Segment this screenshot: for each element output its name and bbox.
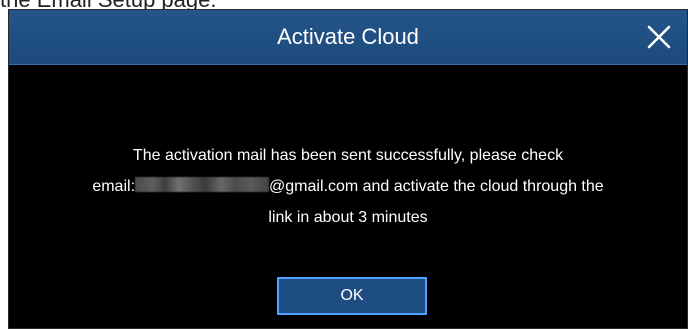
dialog-header: Activate Cloud (9, 10, 687, 65)
message-line-1: The activation mail has been sent succes… (132, 147, 564, 164)
dialog-message: The activation mail has been sent succes… (29, 140, 667, 233)
activate-cloud-dialog: Activate Cloud The activation mail has b… (8, 9, 688, 329)
email-prefix: email: (92, 178, 136, 195)
redacted-email (135, 177, 270, 192)
close-button[interactable] (645, 23, 673, 51)
close-icon (647, 25, 671, 49)
message-line-2: email: @gmail.com and activate the cloud … (29, 171, 667, 202)
page: the Email Setup page. Activate Cloud The… (0, 0, 688, 329)
message-line-3: link in about 3 minutes (268, 209, 428, 226)
ok-button[interactable]: OK (277, 277, 427, 315)
dialog-title: Activate Cloud (277, 24, 419, 49)
email-suffix: @gmail.com and activate the cloud throug… (269, 178, 604, 195)
